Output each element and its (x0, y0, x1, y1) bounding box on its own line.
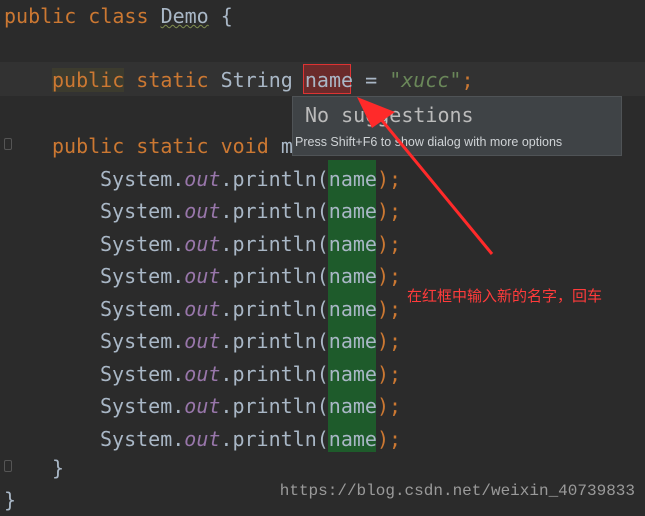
annotation-text: 在红框中输入新的名字，回车 (407, 287, 603, 305)
watermark-text: https://blog.csdn.net/weixin_40739833 (279, 482, 635, 500)
red-arrow-icon (357, 97, 494, 255)
